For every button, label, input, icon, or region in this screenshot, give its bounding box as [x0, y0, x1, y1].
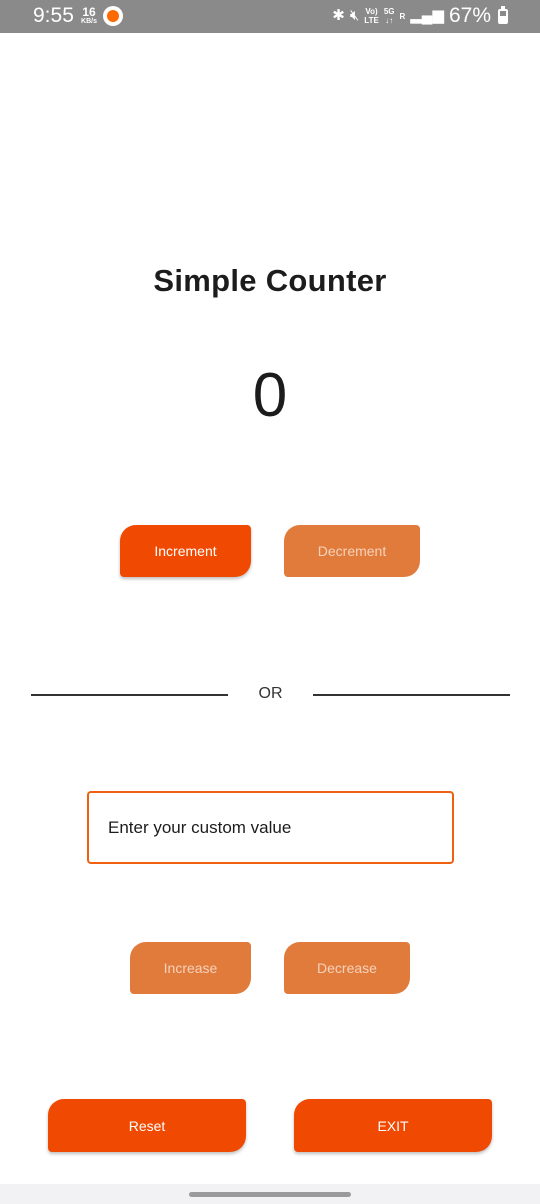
fiveg-indicator: 5G ↓↑: [384, 7, 395, 25]
decrement-button[interactable]: Decrement: [284, 525, 420, 577]
volte-label: Vo): [365, 7, 378, 16]
navigation-bar: [0, 1184, 540, 1204]
increase-button[interactable]: Increase: [130, 942, 251, 994]
counter-value: 0: [252, 361, 288, 430]
status-icons: ✱ 🔇︎ Vo) LTE 5G ↓↑ R ▂▄▆ 67%: [332, 4, 508, 28]
network-speed-value: 16: [82, 5, 96, 19]
divider-left: [31, 694, 228, 696]
app-notification-icon: [103, 6, 123, 26]
decrease-button[interactable]: Decrease: [284, 942, 410, 994]
reset-button[interactable]: Reset: [48, 1099, 246, 1152]
network-speed: 16 KB/s: [78, 6, 100, 26]
status-time: 9:55: [33, 4, 74, 27]
custom-value-input[interactable]: [87, 791, 454, 864]
page-title: Simple Counter: [153, 263, 387, 298]
signal-icon: ▂▄▆: [410, 7, 444, 24]
data-arrows-icon: ↓↑: [385, 16, 394, 25]
battery-icon: [498, 5, 508, 24]
increment-button[interactable]: Increment: [120, 525, 251, 577]
bluetooth-icon: ✱: [332, 7, 345, 24]
lte-label: LTE: [364, 16, 379, 25]
roaming-label: R: [399, 11, 406, 21]
status-bar: 9:55 16 KB/s ✱ 🔇︎ Vo) LTE 5G ↓↑ R ▂▄▆ 67…: [0, 0, 540, 33]
volte-indicator: Vo) LTE: [364, 7, 379, 25]
home-gesture-handle[interactable]: [189, 1192, 351, 1197]
mute-icon: 🔇︎: [349, 7, 360, 24]
divider-right: [313, 694, 510, 696]
battery-percent: 67%: [448, 4, 491, 27]
network-speed-unit: KB/s: [81, 18, 97, 25]
fiveg-label: 5G: [383, 7, 395, 16]
or-label: OR: [258, 685, 283, 702]
exit-button[interactable]: EXIT: [294, 1099, 492, 1152]
roaming-indicator: R: [399, 12, 405, 21]
